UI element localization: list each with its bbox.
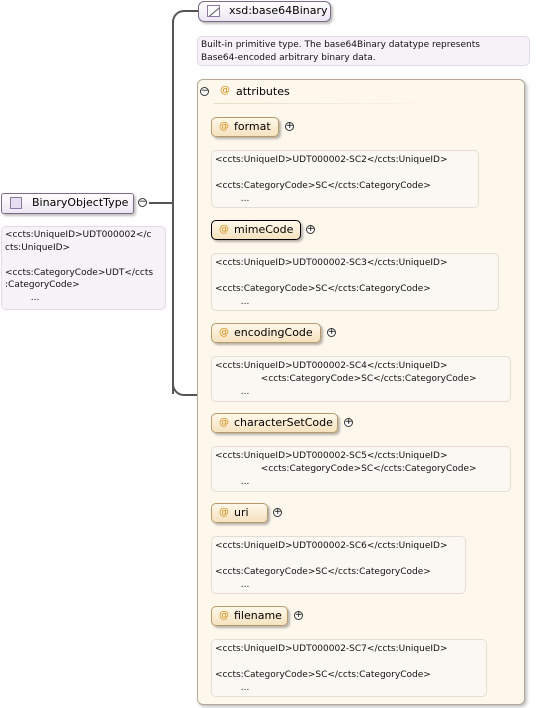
complex-type-icon xyxy=(10,197,22,209)
attribute-encodingCode-documentation: <ccts:UniqueID>UDT000002-SC4</ccts:Uniqu… xyxy=(211,356,511,402)
attribute-name: format xyxy=(234,120,271,133)
attribute-at-icon: @ xyxy=(219,327,229,338)
base-type-node[interactable]: xsd:base64Binary xyxy=(198,1,331,22)
root-type-node[interactable]: BinaryObjectType xyxy=(1,193,134,214)
attribute-mimeCode[interactable]: @ mimeCode xyxy=(211,220,301,240)
connector-root-to-branch xyxy=(149,202,173,204)
attribute-at-icon: @ xyxy=(219,507,229,518)
attribute-characterSetCode[interactable]: @ characterSetCode xyxy=(211,413,338,433)
connector-curve-bottom xyxy=(172,382,198,396)
attribute-format-documentation: <ccts:UniqueID>UDT000002-SC2</ccts:Uniqu… xyxy=(211,150,479,208)
attribute-name: uri xyxy=(234,506,249,519)
connector-curve-top xyxy=(172,10,198,24)
attribute-encodingCode[interactable]: @ encodingCode xyxy=(211,323,321,343)
expand-filename-icon[interactable]: + xyxy=(294,611,303,620)
expand-mimeCode-icon[interactable]: + xyxy=(306,225,315,234)
attribute-characterSetCode-documentation: <ccts:UniqueID>UDT000002-SC5</ccts:Uniqu… xyxy=(211,446,511,492)
expand-uri-icon[interactable]: + xyxy=(273,508,282,517)
attribute-at-icon: @ xyxy=(219,610,229,621)
simple-type-icon xyxy=(207,5,220,17)
attribute-filename[interactable]: @ filename xyxy=(211,606,288,626)
attributes-at-icon: @ xyxy=(220,85,230,96)
attributes-group-label: attributes xyxy=(236,85,290,98)
attribute-name: filename xyxy=(234,609,282,622)
root-type-name: BinaryObjectType xyxy=(32,196,129,209)
attribute-mimeCode-documentation: <ccts:UniqueID>UDT000002-SC3</ccts:Uniqu… xyxy=(211,253,499,311)
attribute-uri[interactable]: @ uri xyxy=(211,503,268,523)
attribute-format[interactable]: @ format xyxy=(211,117,279,137)
collapse-root-icon[interactable]: − xyxy=(138,198,147,207)
expand-characterSetCode-icon[interactable]: + xyxy=(344,418,353,427)
attribute-name: mimeCode xyxy=(234,223,294,236)
attribute-name: characterSetCode xyxy=(234,416,333,429)
base-type-name: xsd:base64Binary xyxy=(229,4,328,17)
collapse-attributes-icon[interactable]: − xyxy=(200,87,209,96)
attribute-at-icon: @ xyxy=(219,417,229,428)
base-type-documentation: Built-in primitive type. The base64Binar… xyxy=(197,36,530,66)
expand-format-icon[interactable]: + xyxy=(285,122,294,131)
root-type-documentation: <ccts:UniqueID>UDT000002</c cts:UniqueID… xyxy=(1,226,166,310)
attribute-at-icon: @ xyxy=(219,121,229,132)
attributes-group-divider xyxy=(214,103,439,104)
attribute-at-icon: @ xyxy=(219,224,229,235)
connector-branch-vertical xyxy=(172,20,174,394)
attribute-uri-documentation: <ccts:UniqueID>UDT000002-SC6</ccts:Uniqu… xyxy=(211,536,466,594)
attribute-filename-documentation: <ccts:UniqueID>UDT000002-SC7</ccts:Uniqu… xyxy=(211,639,487,697)
attribute-name: encodingCode xyxy=(234,326,313,339)
expand-encodingCode-icon[interactable]: + xyxy=(327,328,336,337)
